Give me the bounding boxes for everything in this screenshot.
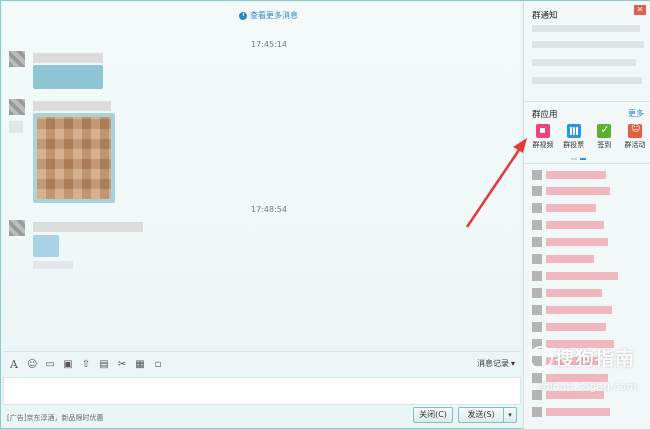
member-item[interactable] — [532, 202, 596, 214]
group-apps-row: 群视频 群投票 签到 群活动 — [528, 123, 650, 150]
ad-link[interactable]: [广告]京东淳酒，新品限时优惠 — [7, 413, 103, 423]
app-group-video[interactable]: 群视频 — [528, 124, 558, 150]
message-history-label: 消息记录 — [476, 359, 509, 368]
member-item[interactable] — [532, 406, 610, 418]
view-more-messages-link[interactable]: 查看更多消息 — [239, 10, 298, 21]
avatar[interactable] — [9, 51, 25, 67]
timestamp: 17:45:14 — [251, 40, 287, 49]
screenshot-scissors-icon[interactable]: ✂ — [117, 359, 127, 370]
upload-file-icon[interactable]: ⇧ — [81, 359, 91, 370]
send-button[interactable]: 发送(S) — [458, 407, 504, 423]
event-icon — [627, 124, 642, 138]
app-label: 群投票 — [563, 141, 585, 149]
watermark-cn: 搜狗指南 — [555, 348, 636, 370]
vote-icon — [566, 124, 581, 138]
app-label: 群视频 — [532, 141, 554, 149]
member-item[interactable] — [532, 169, 606, 181]
pager-dot[interactable] — [571, 158, 577, 160]
watermark: 搜狗指南 zhinan.sogou.com — [529, 342, 649, 402]
sender-name-blurred — [33, 222, 143, 232]
more-tools-icon[interactable]: ▫ — [153, 359, 163, 370]
image-icon[interactable]: ▣ — [63, 359, 73, 370]
blurred-content — [9, 121, 23, 133]
more-apps-link[interactable]: 更多 — [628, 108, 644, 119]
member-item[interactable] — [532, 321, 606, 333]
input-toolbar: A ☺ ▭ ▣ ⇧ ▤ ✂ ▦ ▫ 消息记录 ▾ — [3, 351, 521, 377]
close-button[interactable]: 关闭(C) — [413, 407, 453, 423]
send-options-dropdown[interactable]: ▾ — [503, 407, 517, 423]
notice-text-blurred — [532, 59, 636, 66]
timestamp: 17:48:54 — [251, 205, 287, 214]
message-history-button[interactable]: 消息记录 ▾ — [477, 358, 515, 369]
image-message[interactable] — [33, 113, 115, 203]
notice-text-blurred — [532, 77, 642, 84]
member-item[interactable] — [532, 270, 618, 282]
chevron-down-icon: ▾ — [510, 359, 515, 368]
app-group-vote[interactable]: 群投票 — [559, 124, 589, 150]
member-item[interactable] — [532, 253, 594, 265]
message-area[interactable]: 查看更多消息 17:45:14 17:48:54 — [3, 3, 521, 351]
avatar[interactable] — [9, 220, 25, 236]
gif-icon[interactable]: ▭ — [45, 359, 55, 370]
divider — [524, 101, 650, 102]
checkin-icon — [597, 123, 612, 138]
watermark-en: zhinan.sogou.com — [537, 380, 638, 393]
group-notice-title: 群通知 — [532, 11, 558, 21]
sogou-paw-icon — [529, 346, 553, 370]
member-item[interactable] — [532, 185, 610, 197]
member-item[interactable] — [532, 304, 612, 316]
pager-dot-active[interactable] — [580, 158, 586, 160]
notice-text-blurred — [532, 41, 644, 48]
emoji-icon[interactable]: ☺ — [27, 359, 37, 370]
app-label: 群活动 — [624, 141, 646, 149]
font-icon[interactable]: A — [9, 359, 19, 370]
avatar[interactable] — [9, 99, 25, 115]
blurred-content — [33, 261, 73, 269]
sender-name-blurred — [33, 53, 103, 63]
folder-icon[interactable]: ▦ — [135, 359, 145, 370]
sender-name-blurred — [33, 101, 111, 111]
close-icon[interactable]: ✕ — [634, 5, 646, 15]
app-label: 签到 — [597, 141, 612, 149]
member-item[interactable] — [532, 287, 602, 299]
chat-window: 查看更多消息 17:45:14 17:48:54 A ☺ ▭ ▣ ⇧ ▤ ✂ ▦… — [0, 0, 650, 429]
bottom-bar: [广告]京东淳酒，新品限时优惠 关闭(C) 发送(S) ▾ — [3, 405, 521, 427]
apps-pager — [571, 158, 586, 160]
video-icon — [536, 124, 550, 138]
clock-icon — [239, 11, 247, 20]
member-item[interactable] — [532, 219, 604, 231]
app-checkin[interactable]: 签到 — [589, 123, 619, 150]
divider — [524, 163, 650, 164]
app-group-event[interactable]: 群活动 — [620, 124, 650, 150]
message-input[interactable] — [3, 377, 521, 405]
member-item[interactable] — [532, 236, 608, 248]
message-bubble[interactable] — [33, 235, 59, 257]
message-bubble[interactable] — [33, 65, 103, 89]
mosaic-image — [37, 117, 111, 199]
group-apps-title: 群应用 — [532, 110, 558, 120]
notice-text-blurred — [532, 25, 640, 32]
view-more-messages-label: 查看更多消息 — [250, 11, 298, 20]
gift-icon[interactable]: ▤ — [99, 359, 109, 370]
